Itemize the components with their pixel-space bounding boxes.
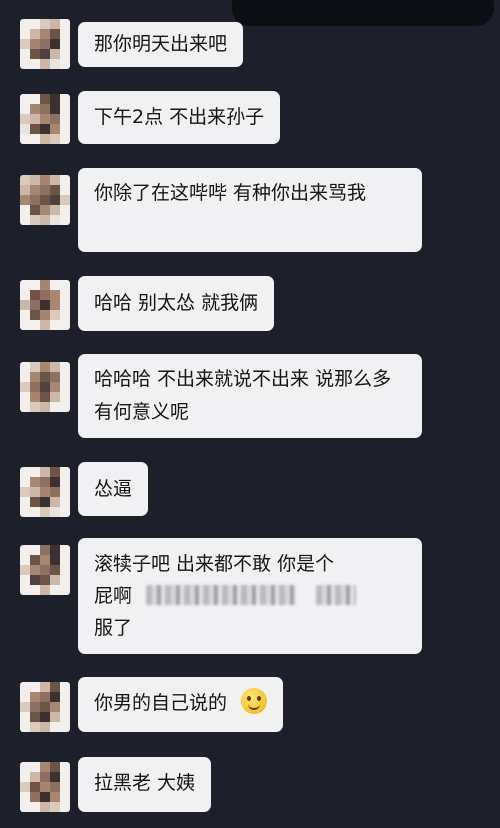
message-bubble[interactable]: 哈哈哈 不出来就说不出来 说那么多有何意义呢 — [78, 354, 422, 438]
avatar[interactable] — [20, 19, 70, 69]
message-text: 滚犊子吧 出来都不敢 你是个 — [94, 553, 335, 575]
chat-message-list[interactable]: 那你明天出来吧 下午2点 不出来孙子 你除了在这哔哔 有种你出来骂我 哈哈 别太… — [0, 0, 500, 828]
avatar[interactable] — [20, 467, 70, 517]
message-text: 下午2点 不出来孙子 — [94, 106, 265, 128]
message-bubble[interactable]: 那你明天出来吧 — [78, 22, 244, 67]
message-text: 拉黑老 大姨 — [94, 772, 196, 794]
censored-text — [146, 585, 297, 605]
avatar[interactable] — [20, 762, 70, 812]
avatar[interactable] — [20, 545, 70, 595]
message-text: 那你明天出来吧 — [94, 33, 228, 55]
message-text: 哈哈 别太怂 就我俩 — [94, 292, 259, 314]
message-bubble[interactable]: 怂逼 — [78, 462, 149, 516]
message-text: 怂逼 — [94, 478, 133, 500]
message-bubble[interactable]: 你男的自己说的 — [78, 677, 284, 732]
message-bubble[interactable]: 拉黑老 大姨 — [78, 757, 212, 812]
message-bubble[interactable]: 滚犊子吧 出来都不敢 你是个 屁啊 服了 — [78, 538, 422, 654]
message-bubble[interactable]: 你除了在这哔哔 有种你出来骂我 — [78, 168, 422, 252]
smiling-face-emoji-icon — [241, 688, 268, 714]
message-text: 你除了在这哔哔 有种你出来骂我 — [94, 182, 367, 204]
avatar[interactable] — [20, 362, 70, 412]
message-bubble[interactable]: 哈哈 别太怂 就我俩 — [78, 276, 275, 331]
message-text: 你男的自己说的 — [94, 692, 228, 714]
message-text: 服了 — [94, 617, 133, 639]
avatar[interactable] — [20, 94, 70, 144]
avatar[interactable] — [20, 175, 70, 225]
message-bubble[interactable]: 下午2点 不出来孙子 — [78, 91, 281, 144]
message-text-line: 屁啊 — [94, 580, 406, 612]
message-text: 哈哈哈 不出来就说不出来 说那么多有何意义呢 — [94, 368, 392, 423]
avatar[interactable] — [20, 280, 70, 330]
censored-text — [316, 585, 357, 605]
avatar[interactable] — [20, 682, 70, 732]
